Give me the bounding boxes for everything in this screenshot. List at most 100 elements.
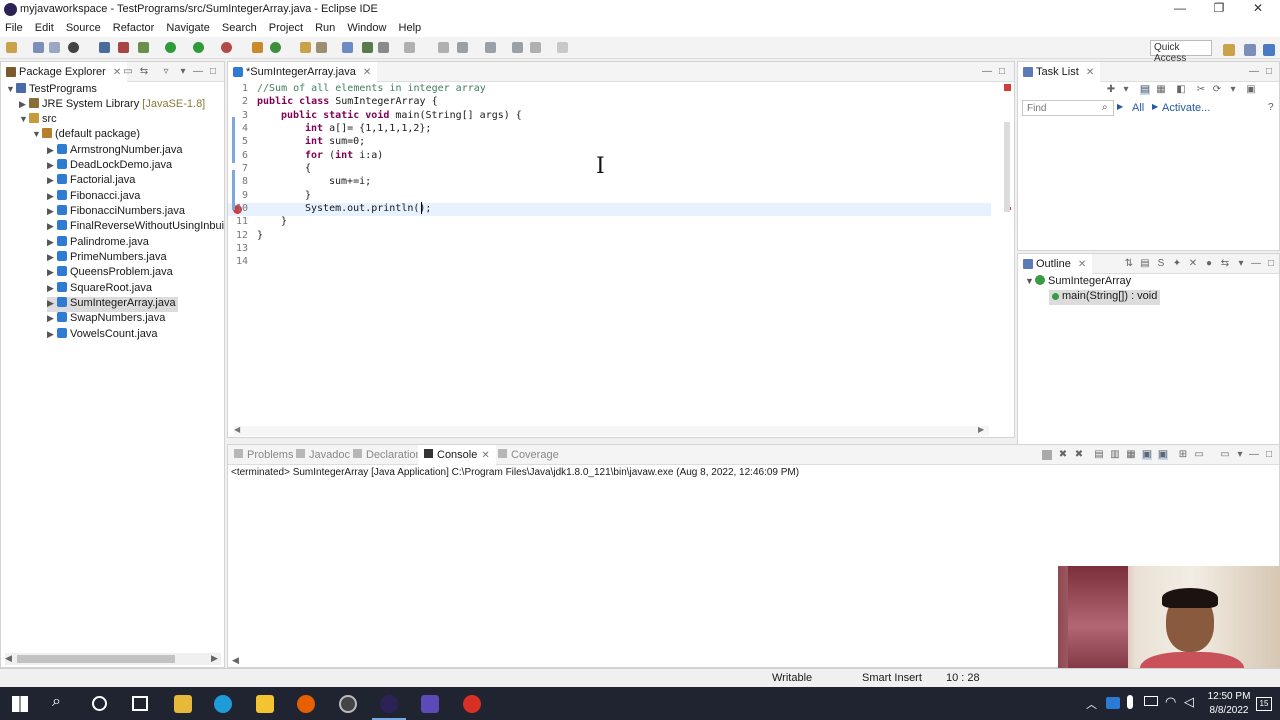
tree-project[interactable]: ▼ TestPrograms (6, 83, 97, 98)
last-edit-icon[interactable] (512, 42, 523, 53)
list-item[interactable]: ▶ VowelsCount.java (47, 328, 157, 343)
tree-jre[interactable]: ▶ JRE System Library [JavaSE-1.8] (19, 98, 205, 113)
collapse-all-icon[interactable]: ▭ (123, 67, 133, 77)
maximize-view-icon[interactable]: □ (1266, 259, 1276, 269)
close-icon[interactable]: ✕ (1086, 67, 1094, 78)
previous-annotation-icon[interactable] (485, 42, 496, 53)
task-view-icon[interactable] (132, 696, 148, 711)
menu-help[interactable]: Help (395, 20, 426, 34)
menu-edit[interactable]: Edit (31, 20, 58, 34)
debug-icon[interactable] (138, 42, 149, 53)
view-menu-icon[interactable]: ▾ (178, 67, 188, 77)
code-line-2[interactable]: public class SumIntegerArray { (257, 96, 438, 109)
code-line-12[interactable]: } (257, 230, 263, 243)
code-line-6[interactable]: for (int i:a) (305, 150, 383, 163)
minimize-view-icon[interactable]: — (1249, 67, 1259, 77)
editor-horizontal-scrollbar[interactable]: ◀ ▶ (234, 425, 989, 436)
link-editor-icon[interactable]: ⇆ (139, 67, 149, 77)
tab-outline[interactable]: Outline ✕ (1018, 254, 1093, 274)
cortana-icon[interactable] (92, 696, 107, 711)
menu-run[interactable]: Run (311, 20, 339, 34)
open-task-icon[interactable] (316, 42, 327, 53)
minimize-button[interactable]: — (1160, 1, 1200, 19)
categorized-icon[interactable]: ▤ (1140, 85, 1150, 95)
volume-icon[interactable]: ◁ (1184, 694, 1194, 710)
close-icon[interactable]: ✕ (113, 67, 121, 78)
code-line-7[interactable]: { (305, 163, 311, 176)
hide-local-types-icon[interactable]: ✕ (1188, 259, 1198, 269)
list-item[interactable]: ▶ QueensProblem.java (47, 266, 173, 281)
find-input[interactable]: Find (1022, 100, 1114, 116)
view-menu-icon[interactable]: ▾ (1228, 85, 1238, 95)
tray-app-icon[interactable] (1106, 697, 1120, 709)
code-line-8[interactable]: sum+=i; (329, 176, 371, 189)
code-line-11[interactable]: } (281, 216, 287, 229)
back-icon[interactable] (530, 42, 541, 53)
search-icon[interactable]: ⌕ (52, 693, 61, 711)
view-menu-icon[interactable]: ▾ (1236, 259, 1246, 269)
maximize-view-icon[interactable]: □ (997, 67, 1007, 77)
display-console-icon[interactable]: ▭ (1194, 450, 1204, 460)
tab-coverage[interactable]: Coverage (492, 445, 565, 465)
microphone-icon[interactable] (1127, 695, 1133, 709)
code-line-10[interactable]: System.out.println(); (305, 203, 431, 216)
remove-launch-icon[interactable]: ✖ (1058, 450, 1068, 460)
scroll-left-icon[interactable]: ◀ (232, 655, 239, 666)
focus-icon[interactable]: ● (1204, 259, 1214, 269)
list-item[interactable]: ▶ Factorial.java (47, 174, 135, 189)
minimize-view-icon[interactable]: — (982, 67, 992, 77)
vertical-scrollbar-thumb[interactable] (1004, 122, 1010, 212)
error-overview-icon[interactable] (1004, 84, 1011, 91)
show-on-output-icon[interactable]: ▣ (1142, 450, 1152, 460)
expand-arrow-icon[interactable]: ▼ (6, 84, 16, 94)
pin-console-icon[interactable]: ⊞ (1178, 450, 1188, 460)
next-annotation-icon[interactable] (457, 42, 468, 53)
scroll-left-icon[interactable]: ◀ (234, 425, 240, 434)
terminate-icon[interactable] (1042, 450, 1052, 460)
firefox-icon[interactable] (297, 695, 315, 713)
tab-console[interactable]: Console ✕ (418, 445, 496, 465)
list-item[interactable]: ▶ ArmstrongNumber.java (47, 144, 183, 159)
tray-expand-icon[interactable]: ︿ (1086, 696, 1097, 712)
horizontal-scrollbar[interactable]: ◀ ▶ (5, 653, 221, 665)
list-item[interactable]: ▶ FibonacciNumbers.java (47, 205, 185, 220)
minimize-view-icon[interactable]: — (193, 67, 203, 77)
notification-center-icon[interactable]: 15 (1256, 697, 1272, 711)
show-on-error-icon[interactable]: ▣ (1158, 450, 1168, 460)
scroll-right-icon[interactable]: ▶ (211, 653, 218, 664)
list-item[interactable]: ▶FinalReverseWithoutUsingInbuiltFu (47, 220, 224, 235)
teams-icon[interactable] (421, 695, 439, 713)
hide-fields-icon[interactable]: ▤ (1140, 259, 1150, 269)
list-item[interactable]: ▶ Palindrome.java (47, 236, 149, 251)
quick-access-input[interactable]: Quick Access (1150, 40, 1212, 64)
menu-refactor[interactable]: Refactor (109, 20, 159, 34)
filter-icon[interactable]: ▿ (161, 67, 171, 77)
outline-method[interactable]: main(String[]) : void (1049, 290, 1161, 305)
code-line-4[interactable]: int a[]= {1,1,1,1,2}; (305, 123, 431, 136)
expand-arrow-icon[interactable]: ▼ (32, 129, 42, 139)
help-icon[interactable]: ? (1268, 102, 1274, 113)
maximize-button[interactable]: ❐ (1199, 1, 1239, 19)
new-java-project-icon[interactable] (252, 42, 263, 53)
open-type-icon[interactable] (300, 42, 311, 53)
forward-icon[interactable] (557, 42, 568, 53)
run-icon[interactable] (165, 42, 176, 53)
word-wrap-icon[interactable]: ▦ (1126, 450, 1136, 460)
hide-static-icon[interactable]: S (1156, 259, 1166, 269)
maximize-view-icon[interactable]: □ (1264, 450, 1274, 460)
tree-src[interactable]: ▼ src (19, 113, 57, 128)
menu-file[interactable]: File (1, 20, 27, 34)
tab-problems[interactable]: Problems (228, 445, 299, 465)
debug-perspective-icon[interactable] (68, 42, 79, 53)
minimize-view-icon[interactable]: — (1249, 450, 1259, 460)
sort-icon[interactable]: ⇅ (1124, 259, 1134, 269)
menu-window[interactable]: Window (343, 20, 390, 34)
word-wrap-icon[interactable] (378, 42, 389, 53)
file-explorer-icon[interactable] (174, 695, 192, 713)
wifi-icon[interactable]: ◠ (1165, 694, 1176, 710)
clock-date[interactable]: 8/8/2022 (1206, 705, 1252, 716)
windows-start-icon[interactable] (12, 696, 28, 712)
close-button[interactable]: ✕ (1238, 1, 1278, 19)
expand-arrow-icon[interactable]: ▼ (19, 114, 29, 124)
block-selection-icon[interactable] (404, 42, 415, 53)
